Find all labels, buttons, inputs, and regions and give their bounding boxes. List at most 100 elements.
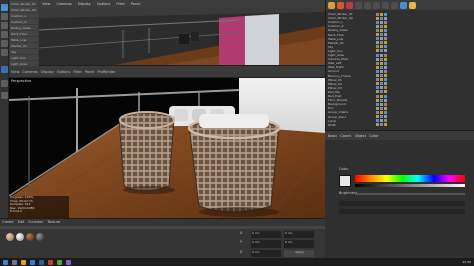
tag-icon[interactable] [384, 86, 387, 90]
scale-tool-icon[interactable] [1, 13, 8, 20]
menu-filter[interactable]: Filter [73, 70, 82, 74]
material-swatch[interactable] [16, 233, 24, 241]
list-item[interactable]: Planter_01 [10, 43, 38, 48]
tag-icon[interactable] [380, 20, 383, 24]
folder-icon[interactable] [21, 259, 26, 265]
list-item[interactable]: Railing_Glass [10, 25, 38, 30]
list-item[interactable]: Cushion_R [10, 19, 38, 24]
tag-icon[interactable] [376, 123, 379, 127]
tag-icon[interactable] [376, 24, 379, 28]
tag-icon[interactable] [380, 16, 383, 20]
tag-icon[interactable] [380, 102, 383, 106]
nurbs-icon[interactable] [373, 1, 380, 9]
tag-icon[interactable] [380, 49, 383, 53]
menu-options[interactable]: Options [57, 70, 71, 74]
hue-slider[interactable] [355, 175, 465, 182]
app-icon[interactable] [66, 259, 71, 265]
tag-icon[interactable] [376, 49, 379, 53]
tag-icon[interactable] [380, 86, 383, 90]
apply-button[interactable]: Apply [284, 249, 314, 257]
tag-icon[interactable] [376, 45, 379, 49]
top-viewport[interactable]: View Cameras Display Options Filter Pane… [39, 0, 325, 66]
tag-icon[interactable] [380, 78, 383, 82]
tag-icon[interactable] [380, 115, 383, 118]
tag-icon[interactable] [384, 28, 387, 32]
tag-icon[interactable] [384, 115, 387, 118]
move-tool-icon[interactable] [1, 4, 8, 11]
tag-icon[interactable] [380, 119, 383, 123]
app-icon[interactable] [57, 259, 62, 265]
tag-icon[interactable] [380, 28, 383, 32]
tag-icon[interactable] [380, 69, 383, 73]
tag-icon[interactable] [380, 106, 383, 110]
tag-icon[interactable] [380, 37, 383, 41]
tag-icon[interactable] [376, 74, 379, 77]
list-item[interactable]: Cushion_L [10, 13, 38, 18]
tag-icon[interactable] [380, 65, 383, 69]
spline-icon[interactable] [364, 1, 371, 9]
tag-icon[interactable] [376, 82, 379, 86]
tag-icon[interactable] [384, 53, 387, 57]
edges-mode-icon[interactable] [1, 40, 8, 47]
menu-display[interactable]: Display [75, 2, 94, 6]
tag-icon[interactable] [384, 102, 387, 106]
tag-icon[interactable] [380, 12, 383, 16]
tag-icon[interactable] [376, 12, 379, 16]
tag-icon[interactable] [384, 49, 387, 53]
tag-icon[interactable] [380, 82, 383, 86]
tag-icon[interactable] [384, 37, 387, 41]
app-icon[interactable] [48, 259, 53, 265]
material-swatch[interactable] [6, 233, 14, 241]
rotate-tool-icon[interactable] [1, 22, 8, 29]
tag-icon[interactable] [376, 78, 379, 82]
tag-icon[interactable] [380, 94, 383, 98]
tag-icon[interactable] [376, 115, 379, 118]
menu-display[interactable]: Display [41, 70, 54, 74]
tag-icon[interactable] [380, 53, 383, 57]
cube-icon[interactable] [355, 1, 362, 9]
render-settings-icon[interactable] [328, 1, 335, 9]
tag-icon[interactable] [384, 90, 387, 94]
render-picture-icon[interactable] [346, 1, 353, 9]
tag-icon[interactable] [384, 61, 387, 65]
brightness-track[interactable] [355, 193, 465, 195]
texture-field[interactable] [339, 201, 465, 206]
tag-icon[interactable] [376, 33, 379, 36]
coord-z-field[interactable]: 0 cm [251, 249, 281, 257]
tag-icon[interactable] [384, 98, 387, 102]
workplane-icon[interactable] [1, 92, 8, 99]
tag-icon[interactable] [376, 20, 379, 24]
menu-create[interactable]: Create [2, 220, 14, 224]
tag-icon[interactable] [376, 86, 379, 90]
list-item[interactable]: Sky [10, 49, 38, 54]
tab-coord[interactable]: Coord. [340, 134, 351, 138]
list-item[interactable]: Chair_Wicker_02 [10, 7, 38, 12]
tag-icon[interactable] [384, 16, 387, 20]
tag-icon[interactable] [376, 102, 379, 106]
menu-panel[interactable]: Panel [128, 2, 143, 6]
tag-icon[interactable] [376, 57, 379, 61]
brightness-slider[interactable] [355, 184, 465, 187]
tag-icon[interactable] [376, 61, 379, 65]
tab-basic[interactable]: Basic [328, 134, 337, 138]
menu-function[interactable]: Function [28, 220, 43, 224]
menu-cameras[interactable]: Cameras [53, 2, 75, 6]
tag-icon[interactable] [376, 94, 379, 98]
model-mode-icon[interactable] [1, 66, 8, 73]
browser-icon[interactable] [30, 259, 35, 265]
tag-icon[interactable] [384, 65, 387, 69]
tag-icon[interactable] [380, 74, 383, 77]
menu-prorender[interactable]: ProRender [97, 70, 115, 74]
tag-icon[interactable] [384, 106, 387, 110]
tag-icon[interactable] [376, 16, 379, 20]
tag-icon[interactable] [384, 24, 387, 28]
render-view-icon[interactable] [337, 1, 344, 9]
tag-icon[interactable] [376, 90, 379, 94]
menu-panel[interactable]: Panel [85, 70, 94, 74]
tag-icon[interactable] [384, 74, 387, 77]
timeline-ruler[interactable] [0, 226, 325, 229]
tag-icon[interactable] [380, 45, 383, 49]
tag-icon[interactable] [380, 90, 383, 94]
tag-icon[interactable] [384, 57, 387, 61]
light-icon[interactable] [409, 1, 416, 9]
